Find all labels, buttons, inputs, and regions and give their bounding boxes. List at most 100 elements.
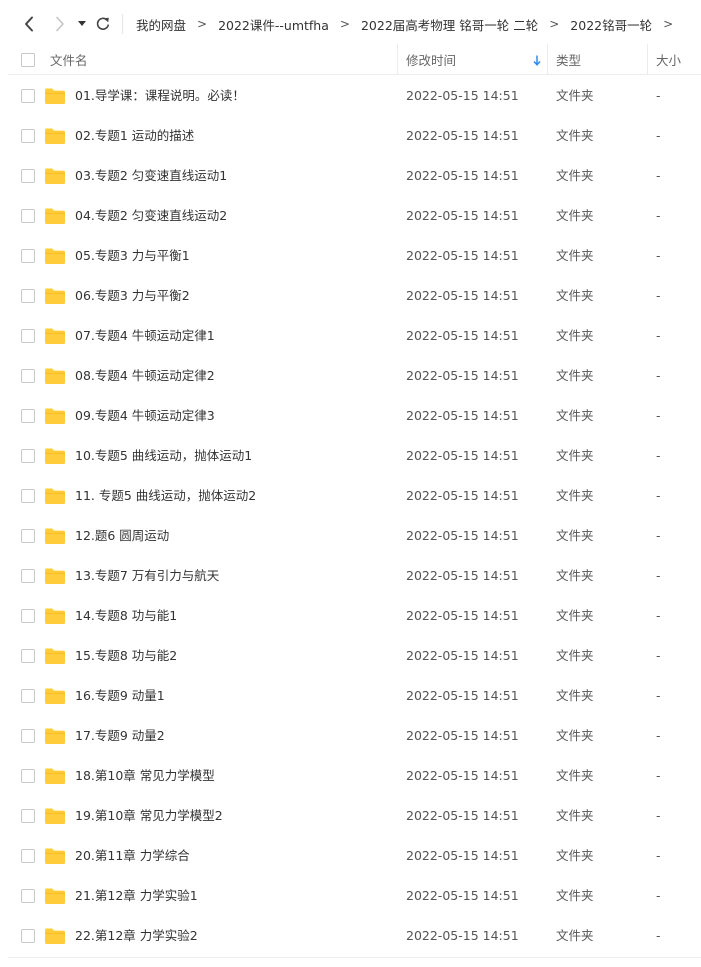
file-row[interactable]: 04.专题2 匀变速直线运动2 2022-05-15 14:51 文件夹 - bbox=[8, 196, 701, 236]
file-size: - bbox=[656, 168, 661, 183]
column-header-modified[interactable]: 修改时间 bbox=[406, 44, 456, 75]
file-type: 文件夹 bbox=[556, 448, 594, 463]
file-name[interactable]: 22.第12章 力学实验2 bbox=[75, 916, 198, 956]
back-button[interactable] bbox=[17, 12, 41, 36]
breadcrumb: 我的网盘 >2022课件--umtfha >2022届高考物理 铭哥一轮 二轮 >20… bbox=[136, 0, 684, 48]
folder-icon bbox=[45, 488, 65, 504]
file-row[interactable]: 12.题6 圆周运动 2022-05-15 14:51 文件夹 - bbox=[8, 516, 701, 556]
file-type: 文件夹 bbox=[556, 888, 594, 903]
select-all-checkbox[interactable] bbox=[21, 52, 35, 67]
file-row[interactable]: 19.第10章 常见力学模型2 2022-05-15 14:51 文件夹 - bbox=[8, 796, 701, 836]
file-name[interactable]: 14.专题8 功与能1 bbox=[75, 596, 177, 636]
file-row[interactable]: 20.第11章 力学综合 2022-05-15 14:51 文件夹 - bbox=[8, 836, 701, 876]
file-name[interactable]: 15.专题8 功与能2 bbox=[75, 636, 177, 676]
column-header-size[interactable]: 大小 bbox=[656, 44, 681, 75]
row-checkbox[interactable] bbox=[21, 689, 35, 703]
file-row[interactable]: 22.第12章 力学实验2 2022-05-15 14:51 文件夹 - bbox=[8, 916, 701, 956]
row-checkbox[interactable] bbox=[21, 329, 35, 343]
file-row[interactable]: 08.专题4 牛顿运动定律2 2022-05-15 14:51 文件夹 - bbox=[8, 356, 701, 396]
file-modified-time: 2022-05-15 14:51 bbox=[406, 768, 519, 783]
breadcrumb-item[interactable]: 我的网盘 bbox=[136, 15, 186, 34]
file-name[interactable]: 17.专题9 动量2 bbox=[75, 716, 165, 756]
column-divider[interactable] bbox=[547, 44, 548, 75]
file-row[interactable]: 16.专题9 动量1 2022-05-15 14:51 文件夹 - bbox=[8, 676, 701, 716]
history-dropdown-button[interactable] bbox=[72, 12, 92, 36]
file-name[interactable]: 19.第10章 常见力学模型2 bbox=[75, 796, 223, 836]
file-type: 文件夹 bbox=[556, 208, 594, 223]
row-checkbox[interactable] bbox=[21, 289, 35, 303]
breadcrumb-item[interactable]: 2022课件--umtfha bbox=[218, 15, 329, 34]
file-name[interactable]: 03.专题2 匀变速直线运动1 bbox=[75, 156, 227, 196]
file-name[interactable]: 11. 专题5 曲线运动，抛体运动2 bbox=[75, 476, 256, 516]
file-name[interactable]: 06.专题3 力与平衡2 bbox=[75, 276, 190, 316]
row-checkbox[interactable] bbox=[21, 889, 35, 903]
file-modified-time: 2022-05-15 14:51 bbox=[406, 888, 519, 903]
row-checkbox[interactable] bbox=[21, 209, 35, 223]
row-checkbox[interactable] bbox=[21, 369, 35, 383]
file-size: - bbox=[656, 888, 661, 903]
file-size: - bbox=[656, 448, 661, 463]
file-name[interactable]: 09.专题4 牛顿运动定律3 bbox=[75, 396, 215, 436]
row-checkbox[interactable] bbox=[21, 449, 35, 463]
forward-button[interactable] bbox=[48, 12, 72, 36]
row-checkbox[interactable] bbox=[21, 569, 35, 583]
folder-icon bbox=[45, 288, 65, 304]
file-row[interactable]: 18.第10章 常见力学模型 2022-05-15 14:51 文件夹 - bbox=[8, 756, 701, 796]
file-name[interactable]: 18.第10章 常见力学模型 bbox=[75, 756, 215, 796]
column-header-type[interactable]: 类型 bbox=[556, 44, 581, 75]
breadcrumb-item[interactable]: 2022届高考物理 铭哥一轮 二轮 bbox=[361, 15, 538, 34]
file-row[interactable]: 14.专题8 功与能1 2022-05-15 14:51 文件夹 - bbox=[8, 596, 701, 636]
row-checkbox[interactable] bbox=[21, 769, 35, 783]
file-row[interactable]: 05.专题3 力与平衡1 2022-05-15 14:51 文件夹 - bbox=[8, 236, 701, 276]
file-name[interactable]: 13.专题7 万有引力与航天 bbox=[75, 556, 219, 596]
row-checkbox[interactable] bbox=[21, 649, 35, 663]
file-name[interactable]: 16.专题9 动量1 bbox=[75, 676, 165, 716]
toolbar-divider bbox=[122, 14, 123, 34]
file-name[interactable]: 04.专题2 匀变速直线运动2 bbox=[75, 196, 227, 236]
file-name[interactable]: 10.专题5 曲线运动，抛体运动1 bbox=[75, 436, 252, 476]
folder-icon bbox=[45, 928, 65, 944]
row-checkbox[interactable] bbox=[21, 489, 35, 503]
file-row[interactable]: 11. 专题5 曲线运动，抛体运动2 2022-05-15 14:51 文件夹 - bbox=[8, 476, 701, 516]
column-header-name[interactable]: 文件名 bbox=[50, 44, 88, 75]
file-name[interactable]: 02.专题1 运动的描述 bbox=[75, 116, 194, 156]
file-row[interactable]: 01.导学课：课程说明。必读！ 2022-05-15 14:51 文件夹 - bbox=[8, 76, 701, 116]
file-row[interactable]: 13.专题7 万有引力与航天 2022-05-15 14:51 文件夹 - bbox=[8, 556, 701, 596]
breadcrumb-separator: > bbox=[663, 17, 674, 31]
file-row[interactable]: 07.专题4 牛顿运动定律1 2022-05-15 14:51 文件夹 - bbox=[8, 316, 701, 356]
refresh-button[interactable] bbox=[91, 12, 115, 36]
file-name[interactable]: 21.第12章 力学实验1 bbox=[75, 876, 198, 916]
column-divider[interactable] bbox=[397, 44, 398, 75]
file-name[interactable]: 01.导学课：课程说明。必读！ bbox=[75, 76, 245, 116]
row-checkbox[interactable] bbox=[21, 409, 35, 423]
file-type: 文件夹 bbox=[556, 168, 594, 183]
row-checkbox[interactable] bbox=[21, 929, 35, 943]
file-row[interactable]: 06.专题3 力与平衡2 2022-05-15 14:51 文件夹 - bbox=[8, 276, 701, 316]
row-checkbox[interactable] bbox=[21, 849, 35, 863]
folder-icon bbox=[45, 768, 65, 784]
file-name[interactable]: 07.专题4 牛顿运动定律1 bbox=[75, 316, 215, 356]
file-name[interactable]: 08.专题4 牛顿运动定律2 bbox=[75, 356, 215, 396]
file-row[interactable]: 10.专题5 曲线运动，抛体运动1 2022-05-15 14:51 文件夹 - bbox=[8, 436, 701, 476]
row-checkbox[interactable] bbox=[21, 89, 35, 103]
row-checkbox[interactable] bbox=[21, 609, 35, 623]
file-name[interactable]: 20.第11章 力学综合 bbox=[75, 836, 190, 876]
file-row[interactable]: 21.第12章 力学实验1 2022-05-15 14:51 文件夹 - bbox=[8, 876, 701, 916]
row-checkbox[interactable] bbox=[21, 529, 35, 543]
file-name[interactable]: 05.专题3 力与平衡1 bbox=[75, 236, 190, 276]
file-row[interactable]: 03.专题2 匀变速直线运动1 2022-05-15 14:51 文件夹 - bbox=[8, 156, 701, 196]
column-divider[interactable] bbox=[647, 44, 648, 75]
file-row[interactable]: 15.专题8 功与能2 2022-05-15 14:51 文件夹 - bbox=[8, 636, 701, 676]
row-checkbox[interactable] bbox=[21, 729, 35, 743]
row-checkbox[interactable] bbox=[21, 169, 35, 183]
file-row[interactable]: 02.专题1 运动的描述 2022-05-15 14:51 文件夹 - bbox=[8, 116, 701, 156]
file-size: - bbox=[656, 408, 661, 423]
file-name[interactable]: 12.题6 圆周运动 bbox=[75, 516, 169, 556]
row-checkbox[interactable] bbox=[21, 249, 35, 263]
file-type: 文件夹 bbox=[556, 368, 594, 383]
breadcrumb-item[interactable]: 2022铭哥一轮 bbox=[570, 15, 652, 34]
row-checkbox[interactable] bbox=[21, 129, 35, 143]
file-row[interactable]: 17.专题9 动量2 2022-05-15 14:51 文件夹 - bbox=[8, 716, 701, 756]
row-checkbox[interactable] bbox=[21, 809, 35, 823]
file-row[interactable]: 09.专题4 牛顿运动定律3 2022-05-15 14:51 文件夹 - bbox=[8, 396, 701, 436]
